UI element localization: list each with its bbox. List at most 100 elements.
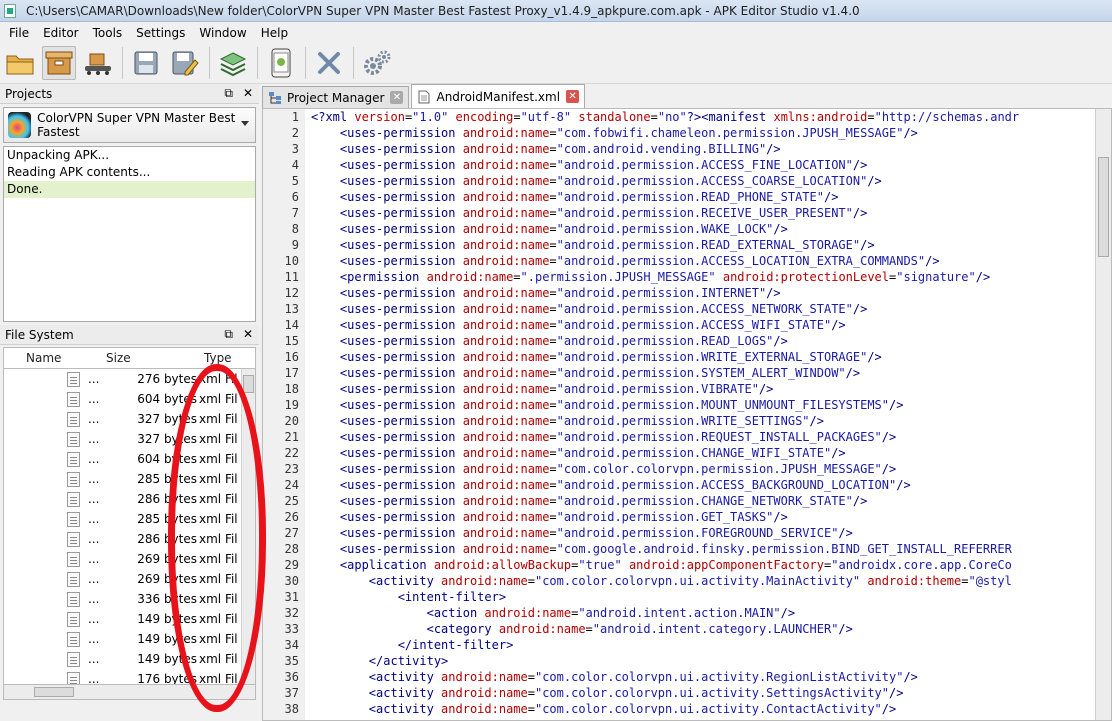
file-row[interactable]: ... 327 bytesxml File bbox=[4, 409, 255, 429]
code-token: = bbox=[549, 206, 557, 220]
file-row[interactable]: ... 285 bytesxml File bbox=[4, 469, 255, 489]
column-header-name[interactable]: Name bbox=[4, 348, 104, 368]
file-row[interactable]: ... 604 bytesxml File bbox=[4, 389, 255, 409]
code-line[interactable]: <uses-permission android:name="com.andro… bbox=[311, 141, 1111, 157]
code-area[interactable]: <?xml version = "1.0" encoding = "utf-8" sta… bbox=[311, 109, 1111, 717]
code-line[interactable]: <action android:name="android.intent.act… bbox=[311, 605, 1111, 621]
code-token: /> bbox=[773, 334, 788, 348]
code-line[interactable]: <uses-permission android:name="com.color… bbox=[311, 461, 1111, 477]
file-row[interactable]: ... 269 bytesxml File bbox=[4, 569, 255, 589]
tab-project-manager[interactable]: Project Manager ✕ bbox=[262, 86, 410, 108]
code-line[interactable]: <permission android:name=".permission.JP… bbox=[311, 269, 1111, 285]
code-line[interactable]: <uses-permission android:name="android.p… bbox=[311, 413, 1111, 429]
scroll-thumb[interactable] bbox=[1098, 157, 1109, 257]
file-row[interactable]: ... 286 bytesxml File bbox=[4, 489, 255, 509]
code-line[interactable]: <uses-permission android:name="android.p… bbox=[311, 301, 1111, 317]
file-row[interactable]: ... 269 bytesxml File bbox=[4, 549, 255, 569]
dock-float-icon[interactable]: ⧉ bbox=[224, 86, 233, 101]
code-line[interactable]: <uses-permission android:name="android.p… bbox=[311, 397, 1111, 413]
open-contents-button[interactable] bbox=[42, 46, 76, 80]
code-line[interactable]: <uses-permission android:name="android.p… bbox=[311, 365, 1111, 381]
tab-androidmanifest[interactable]: AndroidManifest.xml ✕ bbox=[411, 84, 586, 108]
filesystem-horizontal-scrollbar[interactable] bbox=[3, 684, 256, 700]
code-line[interactable]: <uses-permission android:name="android.p… bbox=[311, 173, 1111, 189]
save-as-button[interactable] bbox=[168, 46, 202, 80]
code-line[interactable]: <uses-permission android:name="android.p… bbox=[311, 205, 1111, 221]
code-line[interactable]: <uses-permission android:name="android.p… bbox=[311, 221, 1111, 237]
code-line[interactable]: <uses-permission android:name="android.p… bbox=[311, 445, 1111, 461]
file-row[interactable]: ... 149 bytesxml File bbox=[4, 649, 255, 669]
code-line[interactable]: <uses-permission android:name="android.p… bbox=[311, 189, 1111, 205]
tab-close-icon[interactable]: ✕ bbox=[390, 91, 404, 104]
project-selector[interactable]: ColorVPN Super VPN Master Best Fastest bbox=[3, 107, 256, 143]
code-line[interactable]: <uses-permission android:name="android.p… bbox=[311, 285, 1111, 301]
menu-settings[interactable]: Settings bbox=[129, 26, 192, 40]
file-row[interactable]: ... 336 bytesxml File bbox=[4, 589, 255, 609]
code-line[interactable]: <?xml version="1.0" encoding="utf-8" sta… bbox=[311, 109, 1111, 125]
file-type: xml File bbox=[199, 672, 237, 684]
file-row[interactable]: ... 176 bytesxml File bbox=[4, 669, 255, 684]
scroll-thumb[interactable] bbox=[243, 375, 254, 393]
file-row[interactable]: ... 604 bytesxml File bbox=[4, 449, 255, 469]
code-line[interactable]: <uses-permission android:name="android.p… bbox=[311, 253, 1111, 269]
menu-editor[interactable]: Editor bbox=[36, 26, 86, 40]
code-line[interactable]: <uses-permission android:name="android.p… bbox=[311, 237, 1111, 253]
code-line[interactable]: <uses-permission android:name="com.googl… bbox=[311, 541, 1111, 557]
dock-close-icon[interactable]: ✕ bbox=[243, 86, 253, 101]
code-line[interactable]: <activity android:name="com.color.colorv… bbox=[311, 685, 1111, 701]
settings-button[interactable] bbox=[360, 46, 394, 80]
menu-file[interactable]: File bbox=[2, 26, 36, 40]
code-line[interactable]: <uses-permission android:name="android.p… bbox=[311, 477, 1111, 493]
menu-help[interactable]: Help bbox=[254, 26, 295, 40]
code-line[interactable]: <activity android:name="com.color.colorv… bbox=[311, 669, 1111, 685]
menu-tools[interactable]: Tools bbox=[86, 26, 130, 40]
file-row[interactable]: ... 149 bytesxml File bbox=[4, 629, 255, 649]
open-apk-button[interactable] bbox=[3, 46, 37, 80]
xml-file-icon bbox=[67, 431, 80, 447]
code-line[interactable]: <activity android:name="com.color.colorv… bbox=[311, 573, 1111, 589]
file-name: ... bbox=[88, 472, 100, 486]
code-line[interactable]: <uses-permission android:name="android.p… bbox=[311, 381, 1111, 397]
code-line[interactable]: <category android:name="android.intent.c… bbox=[311, 621, 1111, 637]
code-line[interactable]: </intent-filter> bbox=[311, 637, 1111, 653]
column-header-type[interactable]: Type bbox=[204, 348, 254, 368]
code-line[interactable]: <uses-permission android:name="android.p… bbox=[311, 317, 1111, 333]
menu-window[interactable]: Window bbox=[192, 26, 253, 40]
code-token: = bbox=[549, 158, 557, 172]
code-token: <uses-permission bbox=[311, 190, 463, 204]
code-line[interactable]: <uses-permission android:name="android.p… bbox=[311, 333, 1111, 349]
code-line[interactable]: <uses-permission android:name="android.p… bbox=[311, 157, 1111, 173]
close-button[interactable] bbox=[312, 46, 346, 80]
code-line[interactable]: <uses-permission android:name="android.p… bbox=[311, 509, 1111, 525]
filesystem-vertical-scrollbar[interactable] bbox=[241, 369, 255, 684]
xml-code-editor[interactable]: 1 2 3 4 5 6 7 8 9 10 11 12 13 14 15 16 17 18 19 20 21 22 23 24 2… bbox=[262, 108, 1112, 721]
line-number: 23 bbox=[284, 462, 299, 476]
stack-button[interactable] bbox=[216, 46, 250, 80]
scroll-thumb[interactable] bbox=[34, 687, 74, 697]
file-row[interactable]: ... 149 bytesxml File bbox=[4, 609, 255, 629]
code-line[interactable]: <uses-permission android:name="android.p… bbox=[311, 493, 1111, 509]
file-name: ... bbox=[88, 632, 100, 646]
code-token: /> bbox=[845, 366, 861, 380]
file-row[interactable]: ... 286 bytesxml File bbox=[4, 529, 255, 549]
editor-vertical-scrollbar[interactable] bbox=[1095, 109, 1111, 720]
file-row[interactable]: ... 327 bytesxml File bbox=[4, 429, 255, 449]
dock-close-icon[interactable]: ✕ bbox=[243, 327, 253, 342]
code-line[interactable]: <uses-permission android:name="com.fobwi… bbox=[311, 125, 1111, 141]
code-line[interactable]: </activity> bbox=[311, 653, 1111, 669]
code-line[interactable]: <application android:allowBackup="true" … bbox=[311, 557, 1111, 573]
tab-close-icon[interactable]: ✕ bbox=[566, 90, 580, 103]
code-line[interactable]: <intent-filter> bbox=[311, 589, 1111, 605]
column-header-size[interactable]: Size bbox=[104, 348, 204, 368]
install-button[interactable] bbox=[264, 46, 298, 80]
code-line[interactable]: <uses-permission android:name="android.p… bbox=[311, 429, 1111, 445]
pack-button[interactable] bbox=[81, 46, 115, 80]
file-row[interactable]: ... 285 bytesxml File bbox=[4, 509, 255, 529]
dock-float-icon[interactable]: ⧉ bbox=[224, 327, 233, 342]
code-line[interactable]: <activity android:name="com.color.colorv… bbox=[311, 701, 1111, 717]
file-size: 285 bytes bbox=[137, 512, 197, 526]
save-button[interactable] bbox=[129, 46, 163, 80]
code-line[interactable]: <uses-permission android:name="android.p… bbox=[311, 525, 1111, 541]
file-row[interactable]: ... 276 bytesxml File bbox=[4, 369, 255, 389]
code-line[interactable]: <uses-permission android:name="android.p… bbox=[311, 349, 1111, 365]
